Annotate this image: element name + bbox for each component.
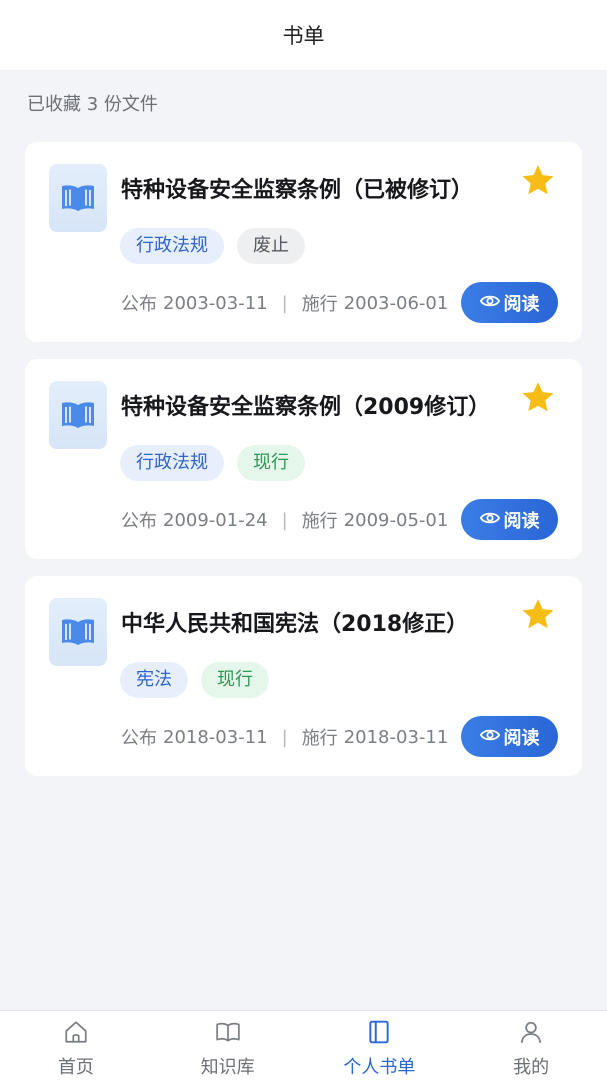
tag-group: 行政法规 废止: [120, 228, 305, 264]
publish-date: 2003-03-11: [163, 292, 268, 314]
effective-date: 2018-03-11: [343, 726, 449, 748]
divider: |: [281, 509, 288, 531]
book-icon: [49, 164, 107, 232]
date-info: 公布 2003-03-11 | 施行 2003-06-01: [121, 290, 448, 316]
tab-home[interactable]: 首页: [0, 1011, 152, 1080]
book-card[interactable]: 特种设备安全监察条例（2009修订） 行政法规 现行 公布 2009-01-24…: [25, 359, 582, 559]
tab-label: 我的: [513, 1057, 550, 1078]
divider: |: [281, 726, 288, 748]
tab-label: 首页: [57, 1057, 94, 1078]
book-title: 特种设备安全监察条例（2009修订）: [121, 395, 491, 420]
effective-label: 施行: [301, 728, 338, 749]
effective-label: 施行: [301, 294, 338, 315]
eye-icon: [479, 509, 500, 530]
status-badge: 现行: [237, 445, 305, 481]
book-icon: [49, 381, 107, 449]
read-button[interactable]: 阅读: [461, 716, 558, 757]
page-title: 书单: [282, 24, 325, 48]
favorites-count: 已收藏 3 份文件: [27, 94, 158, 115]
date-info: 公布 2009-01-24 | 施行 2009-05-01: [121, 507, 448, 533]
category-tag: 行政法规: [120, 228, 224, 264]
book-card[interactable]: 特种设备安全监察条例（已被修订） 行政法规 废止 公布 2003-03-11 |…: [25, 142, 582, 342]
publish-label: 公布: [121, 511, 157, 532]
tab-knowledge-base[interactable]: 知识库: [152, 1011, 304, 1080]
read-button[interactable]: 阅读: [461, 282, 558, 323]
tab-bar: 首页 知识库 个人书单 我的: [0, 1010, 607, 1080]
user-icon: [518, 1019, 544, 1049]
book-card[interactable]: 中华人民共和国宪法（2018修正） 宪法 现行 公布 2018-03-11 | …: [25, 576, 582, 776]
home-icon: [63, 1019, 89, 1049]
category-tag: 行政法规: [120, 445, 224, 481]
publish-label: 公布: [121, 728, 157, 749]
date-info: 公布 2018-03-11 | 施行 2018-03-11: [121, 724, 448, 750]
book-title: 特种设备安全监察条例（已被修订）: [121, 178, 474, 203]
star-icon[interactable]: [519, 596, 557, 634]
tab-label: 个人书单: [343, 1057, 416, 1078]
eye-icon: [479, 292, 500, 313]
tab-personal-booklist[interactable]: 个人书单: [304, 1011, 456, 1080]
eye-icon: [479, 726, 500, 747]
publish-date: 2009-01-24: [163, 509, 268, 531]
read-button[interactable]: 阅读: [461, 499, 558, 540]
tag-group: 行政法规 现行: [120, 445, 305, 481]
category-tag: 宪法: [120, 662, 188, 698]
book-list: 特种设备安全监察条例（已被修订） 行政法规 废止 公布 2003-03-11 |…: [25, 142, 582, 793]
tab-mine[interactable]: 我的: [455, 1011, 607, 1080]
publish-label: 公布: [121, 294, 157, 315]
book-open-icon: [215, 1019, 241, 1049]
star-icon[interactable]: [519, 162, 557, 200]
book-icon: [49, 598, 107, 666]
read-label: 阅读: [503, 510, 540, 532]
effective-date: 2009-05-01: [343, 509, 449, 531]
tag-group: 宪法 现行: [120, 662, 269, 698]
effective-date: 2003-06-01: [343, 292, 449, 314]
book-title: 中华人民共和国宪法（2018修正）: [121, 612, 469, 637]
status-badge: 废止: [237, 228, 305, 264]
booklist-icon: [366, 1019, 392, 1049]
header: 书单: [0, 0, 607, 70]
effective-label: 施行: [301, 511, 338, 532]
star-icon[interactable]: [519, 379, 557, 417]
publish-date: 2018-03-11: [163, 726, 268, 748]
status-badge: 现行: [201, 662, 269, 698]
divider: |: [281, 292, 288, 314]
read-label: 阅读: [503, 293, 540, 315]
read-label: 阅读: [503, 727, 540, 749]
tab-label: 知识库: [200, 1057, 255, 1078]
